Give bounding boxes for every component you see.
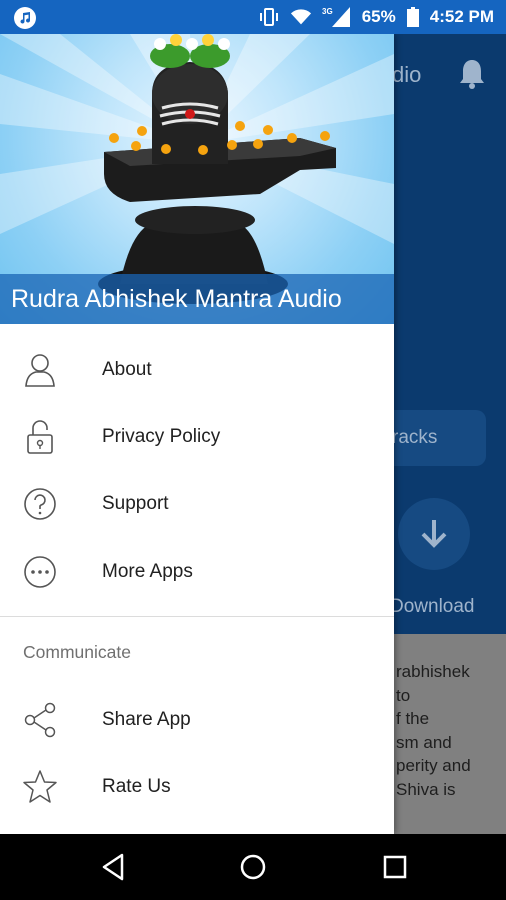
bell-icon[interactable]	[458, 58, 486, 90]
background-tracks-button[interactable]: racks	[380, 410, 486, 466]
menu-item-label: About	[102, 359, 152, 380]
menu-item-support[interactable]: Support	[0, 474, 394, 534]
battery-icon	[406, 6, 420, 28]
menu-item-label: Share App	[102, 709, 191, 730]
menu-item-label: Support	[102, 493, 169, 514]
menu-item-label: Rate Us	[102, 776, 171, 797]
menu-item-label: Privacy Policy	[102, 426, 221, 447]
drawer-header: Rudra Abhishek Mantra Audio	[0, 34, 394, 324]
lock-icon	[22, 419, 58, 455]
music-app-icon	[14, 7, 36, 29]
share-icon	[22, 702, 58, 738]
background-tracks-label: racks	[392, 427, 438, 448]
star-icon	[22, 769, 58, 805]
more-icon	[22, 554, 58, 590]
navigation-drawer: Rudra Abhishek Mantra Audio About Privac…	[0, 34, 394, 834]
menu-item-share-app[interactable]: Share App	[0, 690, 394, 750]
download-arrow-icon	[421, 520, 447, 548]
vibrate-icon	[258, 6, 280, 28]
menu-item-more-apps[interactable]: More Apps	[0, 542, 394, 602]
section-title-communicate: Communicate	[23, 642, 131, 662]
signal-icon: 3G	[322, 6, 352, 28]
menu-divider	[0, 616, 394, 617]
back-icon[interactable]	[96, 850, 130, 884]
help-icon	[22, 486, 58, 522]
background-description-text: rabhishek to f the sm and perity and Shi…	[396, 662, 471, 799]
menu-item-privacy-policy[interactable]: Privacy Policy	[0, 407, 394, 467]
menu-item-rate-us[interactable]: Rate Us	[0, 757, 394, 817]
status-bar: 3G 65% 4:52 PM	[0, 0, 506, 34]
menu-item-label: More Apps	[102, 561, 193, 582]
battery-percent: 65%	[361, 7, 396, 26]
wifi-icon	[290, 6, 312, 28]
recents-icon[interactable]	[378, 850, 412, 884]
background-toolbar-title: dio	[392, 62, 422, 87]
system-navigation-bar	[0, 834, 506, 900]
home-icon[interactable]	[236, 850, 270, 884]
menu-item-about[interactable]: About	[0, 340, 394, 400]
network-type-label: 3G	[322, 7, 333, 16]
download-label: Download	[390, 596, 475, 617]
clock: 4:52 PM	[429, 7, 494, 26]
download-button[interactable]	[398, 498, 470, 570]
person-icon	[22, 352, 58, 388]
drawer-header-title: Rudra Abhishek Mantra Audio	[0, 274, 394, 324]
